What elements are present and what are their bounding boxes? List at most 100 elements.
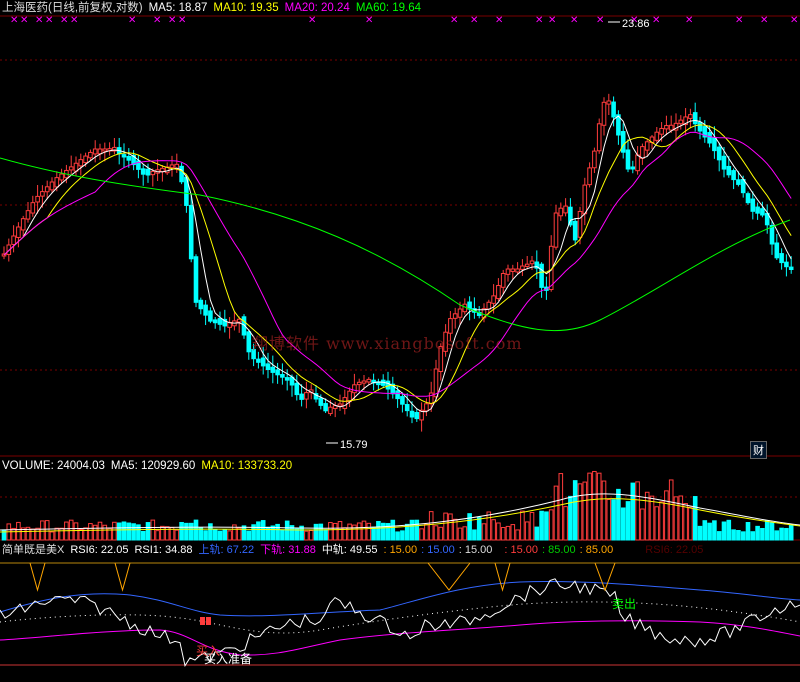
volume-bar[interactable]	[462, 526, 468, 541]
volume-bar[interactable]	[769, 522, 775, 541]
volume-bar[interactable]	[164, 526, 170, 541]
volume-bar[interactable]	[92, 524, 98, 541]
stock-title[interactable]: 上海医药(日线,前复权,对数)	[2, 2, 143, 14]
candle[interactable]	[246, 329, 252, 360]
volume-bar[interactable]	[582, 481, 588, 541]
volume-bar[interactable]	[294, 528, 300, 541]
volume-bar[interactable]	[371, 526, 376, 541]
volume-bar[interactable]	[712, 520, 717, 541]
volume-bar[interactable]	[496, 522, 501, 541]
volume-bar[interactable]	[136, 524, 141, 541]
candle[interactable]	[472, 297, 477, 319]
candle[interactable]	[11, 225, 16, 253]
candle[interactable]	[553, 204, 559, 250]
candle[interactable]	[294, 374, 300, 401]
volume-bar[interactable]	[755, 525, 760, 541]
candle[interactable]	[774, 233, 780, 260]
volume-bar[interactable]	[534, 526, 540, 541]
volume-bar[interactable]	[304, 530, 309, 541]
volume-bar[interactable]	[40, 520, 45, 541]
candle[interactable]	[169, 155, 175, 177]
candle[interactable]	[716, 142, 722, 172]
volume-bar[interactable]	[625, 501, 631, 541]
candle[interactable]	[337, 394, 343, 412]
candle[interactable]	[270, 355, 276, 384]
volume-bar[interactable]	[678, 495, 684, 541]
volume-bar[interactable]	[731, 529, 736, 541]
indicator-name[interactable]: 简单既是美X	[2, 544, 64, 556]
candle[interactable]	[20, 215, 26, 237]
volume-bar[interactable]	[544, 511, 549, 541]
volume-bar[interactable]	[126, 522, 132, 541]
candle[interactable]	[188, 194, 194, 263]
volume-bar[interactable]	[395, 531, 400, 541]
volume-bar[interactable]	[145, 522, 151, 541]
candle[interactable]	[596, 118, 602, 154]
volume-bar[interactable]	[390, 519, 396, 541]
volume-bar[interactable]	[524, 521, 530, 541]
candle[interactable]	[678, 115, 684, 130]
volume-bar[interactable]	[760, 527, 765, 541]
volume-bar[interactable]	[592, 470, 597, 541]
candle[interactable]	[664, 115, 669, 136]
candle[interactable]	[112, 137, 117, 155]
volume-bar[interactable]	[246, 530, 252, 541]
volume-bar[interactable]	[457, 527, 463, 541]
volume-bar[interactable]	[558, 473, 564, 541]
volume-bar[interactable]	[764, 520, 770, 541]
volume-bar[interactable]	[102, 524, 108, 541]
candle[interactable]	[390, 376, 396, 399]
volume-bar[interactable]	[275, 523, 280, 541]
volume-bar[interactable]	[328, 522, 333, 541]
volume-bar[interactable]	[284, 520, 290, 541]
volume-bar[interactable]	[635, 481, 640, 541]
candle[interactable]	[592, 147, 597, 174]
candle[interactable]	[265, 352, 271, 379]
volume-bar[interactable]	[611, 499, 616, 541]
volume-bar[interactable]	[140, 530, 146, 541]
candle[interactable]	[30, 195, 36, 217]
candle[interactable]	[500, 269, 506, 295]
volume-bar[interactable]	[529, 512, 535, 541]
volume-bar[interactable]	[356, 522, 362, 541]
volume-bar[interactable]	[644, 491, 650, 541]
candle[interactable]	[193, 254, 199, 308]
volume-bar[interactable]	[606, 499, 612, 541]
candle[interactable]	[208, 307, 213, 324]
volume-bar[interactable]	[616, 488, 621, 541]
volume-bar[interactable]	[414, 519, 420, 541]
volume-bar[interactable]	[184, 522, 189, 541]
volume-bar[interactable]	[160, 525, 165, 541]
candle[interactable]	[419, 402, 424, 432]
finance-tag[interactable]: 财	[750, 441, 767, 459]
volume-bar[interactable]	[572, 480, 578, 541]
volume-bar[interactable]	[256, 521, 261, 541]
volume-bar[interactable]	[400, 530, 405, 541]
volume-bar[interactable]	[227, 530, 232, 541]
candle[interactable]	[582, 177, 588, 226]
volume-bar[interactable]	[433, 525, 439, 541]
volume-bar[interactable]	[587, 472, 592, 541]
volume-bar[interactable]	[131, 523, 136, 541]
volume-bar[interactable]	[640, 508, 645, 541]
candle[interactable]	[784, 254, 789, 277]
volume-bar[interactable]	[481, 523, 487, 541]
volume-bar[interactable]	[188, 522, 194, 541]
volume-bar[interactable]	[337, 521, 343, 541]
volume-bar[interactable]	[112, 521, 117, 541]
volume-bar[interactable]	[376, 521, 381, 541]
candle[interactable]	[712, 126, 717, 159]
volume-bar[interactable]	[476, 517, 482, 541]
volume-bar[interactable]	[155, 530, 160, 541]
volume-bar[interactable]	[784, 528, 789, 541]
volume-bar[interactable]	[548, 509, 554, 541]
candle[interactable]	[304, 381, 309, 409]
candle[interactable]	[88, 149, 93, 161]
candle[interactable]	[654, 127, 660, 143]
volume-bar[interactable]	[659, 501, 664, 541]
candle[interactable]	[558, 202, 564, 221]
volume-bar[interactable]	[688, 506, 693, 541]
candle[interactable]	[424, 398, 429, 417]
volume-bar[interactable]	[193, 519, 199, 541]
volume-bar[interactable]	[539, 510, 544, 541]
